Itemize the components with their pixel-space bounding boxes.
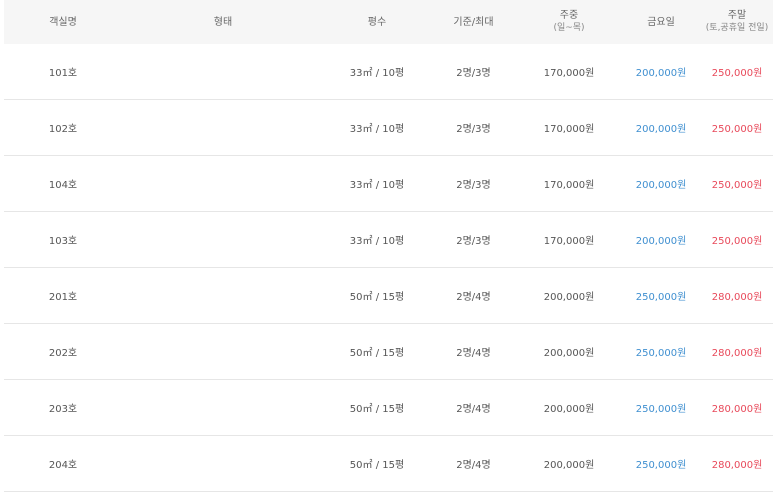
weekday-price-cell: 200,000원: [517, 379, 621, 436]
area-cell: 33㎡ / 10평: [324, 99, 430, 156]
room-name-cell: 102호: [4, 99, 122, 156]
header-weekday-label: 주중: [559, 10, 579, 21]
header-friday: 금요일: [621, 0, 701, 44]
room-name-cell: 203호: [4, 379, 122, 436]
room-type-cell: [122, 211, 324, 268]
room-type-cell: [122, 435, 324, 492]
capacity-cell: 2명/4명: [430, 323, 517, 380]
friday-price-cell: 250,000원: [621, 267, 701, 324]
header-weekend-label: 주말: [727, 10, 747, 21]
weekday-price-cell: 200,000원: [517, 435, 621, 492]
table-row: 201호 50㎡ / 15평 2명/4명 200,000원 250,000원 2…: [4, 267, 773, 324]
room-name-cell: 103호: [4, 211, 122, 268]
weekday-price-cell: 200,000원: [517, 323, 621, 380]
friday-price-cell: 200,000원: [621, 99, 701, 156]
header-weekday: 주중 (일~목): [517, 0, 621, 44]
friday-price-cell: 250,000원: [621, 323, 701, 380]
area-cell: 50㎡ / 15평: [324, 267, 430, 324]
capacity-cell: 2명/3명: [430, 44, 517, 100]
area-cell: 33㎡ / 10평: [324, 44, 430, 100]
capacity-cell: 2명/3명: [430, 155, 517, 212]
table-row: 102호 33㎡ / 10평 2명/3명 170,000원 200,000원 2…: [4, 99, 773, 156]
capacity-cell: 2명/4명: [430, 379, 517, 436]
weekend-price-cell: 250,000원: [701, 211, 773, 268]
header-weekend: 주말 (토,공휴일 전일): [701, 0, 773, 44]
room-type-cell: [122, 323, 324, 380]
weekend-price-cell: 250,000원: [701, 155, 773, 212]
room-rate-table: 객실명 형태 평수 기준/최대 주중 (일~목) 금요일 주말 (토,공휴일 전…: [4, 0, 773, 492]
room-type-cell: [122, 267, 324, 324]
area-cell: 50㎡ / 15평: [324, 379, 430, 436]
header-room-type: 형태: [122, 0, 324, 44]
friday-price-cell: 200,000원: [621, 155, 701, 212]
area-cell: 33㎡ / 10평: [324, 211, 430, 268]
table-row: 103호 33㎡ / 10평 2명/3명 170,000원 200,000원 2…: [4, 211, 773, 268]
capacity-cell: 2명/3명: [430, 211, 517, 268]
weekday-price-cell: 170,000원: [517, 155, 621, 212]
weekday-price-cell: 170,000원: [517, 99, 621, 156]
capacity-cell: 2명/4명: [430, 267, 517, 324]
weekend-price-cell: 280,000원: [701, 435, 773, 492]
weekend-price-cell: 250,000원: [701, 99, 773, 156]
table-body: 101호 33㎡ / 10평 2명/3명 170,000원 200,000원 2…: [4, 44, 773, 492]
weekend-price-cell: 280,000원: [701, 267, 773, 324]
header-capacity: 기준/최대: [430, 0, 517, 44]
header-weekday-sub: (일~목): [553, 23, 585, 33]
room-name-cell: 201호: [4, 267, 122, 324]
header-row: 객실명 형태 평수 기준/최대 주중 (일~목) 금요일 주말 (토,공휴일 전…: [4, 0, 773, 44]
room-type-cell: [122, 155, 324, 212]
table-row: 203호 50㎡ / 15평 2명/4명 200,000원 250,000원 2…: [4, 379, 773, 436]
weekday-price-cell: 170,000원: [517, 211, 621, 268]
table-header: 객실명 형태 평수 기준/최대 주중 (일~목) 금요일 주말 (토,공휴일 전…: [4, 0, 773, 44]
weekend-price-cell: 280,000원: [701, 379, 773, 436]
table-row: 204호 50㎡ / 15평 2명/4명 200,000원 250,000원 2…: [4, 435, 773, 492]
capacity-cell: 2명/4명: [430, 435, 517, 492]
room-type-cell: [122, 99, 324, 156]
table-row: 104호 33㎡ / 10평 2명/3명 170,000원 200,000원 2…: [4, 155, 773, 212]
room-name-cell: 104호: [4, 155, 122, 212]
area-cell: 33㎡ / 10평: [324, 155, 430, 212]
friday-price-cell: 250,000원: [621, 379, 701, 436]
room-name-cell: 204호: [4, 435, 122, 492]
room-name-cell: 101호: [4, 44, 122, 100]
area-cell: 50㎡ / 15평: [324, 435, 430, 492]
friday-price-cell: 250,000원: [621, 435, 701, 492]
header-area: 평수: [324, 0, 430, 44]
capacity-cell: 2명/3명: [430, 99, 517, 156]
weekday-price-cell: 170,000원: [517, 44, 621, 100]
area-cell: 50㎡ / 15평: [324, 323, 430, 380]
friday-price-cell: 200,000원: [621, 44, 701, 100]
header-room-name: 객실명: [4, 0, 122, 44]
table-row: 202호 50㎡ / 15평 2명/4명 200,000원 250,000원 2…: [4, 323, 773, 380]
room-type-cell: [122, 44, 324, 100]
weekend-price-cell: 280,000원: [701, 323, 773, 380]
weekend-price-cell: 250,000원: [701, 44, 773, 100]
room-name-cell: 202호: [4, 323, 122, 380]
table-row: 101호 33㎡ / 10평 2명/3명 170,000원 200,000원 2…: [4, 44, 773, 100]
room-type-cell: [122, 379, 324, 436]
weekday-price-cell: 200,000원: [517, 267, 621, 324]
friday-price-cell: 200,000원: [621, 211, 701, 268]
header-weekend-sub: (토,공휴일 전일): [705, 23, 769, 33]
